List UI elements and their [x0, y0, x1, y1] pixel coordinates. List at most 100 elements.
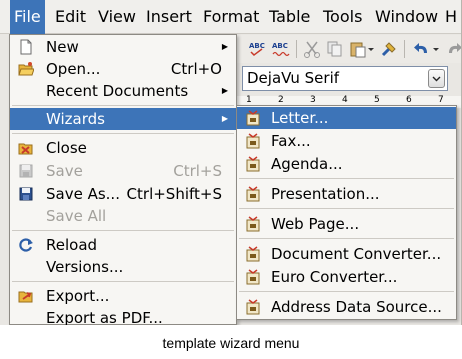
ruler-number: 7: [438, 95, 444, 105]
svg-text:ABC: ABC: [249, 42, 265, 50]
menu-item-new[interactable]: New ▶: [10, 36, 236, 58]
menu-item-label: Recent Documents: [46, 82, 189, 100]
ruler-number: 4: [342, 95, 348, 105]
menu-item-shortcut: Ctrl+S: [173, 162, 222, 180]
figure-caption: template wizard menu: [162, 335, 300, 351]
spellcheck-icon[interactable]: ABC: [248, 39, 268, 59]
menu-item-label: Save All: [46, 207, 107, 225]
undo-icon[interactable]: [412, 39, 432, 59]
menu-item-wizards[interactable]: Wizards ▶: [10, 108, 236, 130]
ruler-number: 5: [374, 95, 380, 105]
menu-item-label: Wizards: [46, 110, 105, 128]
menu-separator: [239, 238, 454, 239]
ruler-number: 2: [278, 95, 284, 105]
menu-item-label: Versions...: [46, 258, 124, 276]
autospellcheck-icon[interactable]: ABC: [271, 39, 291, 59]
paste-dropdown-icon[interactable]: [366, 39, 376, 59]
menu-item-save[interactable]: Save Ctrl+S: [10, 160, 236, 182]
wizard-item-label: Fax...: [271, 132, 311, 150]
menu-edit[interactable]: Edit: [51, 0, 90, 34]
menu-file[interactable]: File: [10, 0, 45, 34]
close-document-icon: [18, 140, 34, 156]
wizard-icon: [245, 246, 261, 262]
menu-insert[interactable]: Insert: [142, 0, 196, 34]
svg-text:ABC: ABC: [272, 42, 288, 50]
menu-item-label: Save As...: [46, 185, 120, 203]
submenu-arrow-icon: ▶: [221, 42, 228, 51]
menu-separator: [239, 291, 454, 292]
ruler-number: 1: [246, 95, 252, 105]
menu-view[interactable]: View: [94, 0, 140, 34]
menu-item-label: Export as PDF...: [46, 309, 163, 325]
open-folder-icon: [18, 61, 35, 77]
standard-toolbar: ABC ABC: [236, 35, 461, 63]
menu-item-label: Open...: [46, 60, 101, 78]
new-document-icon: [18, 39, 34, 55]
menu-item-close[interactable]: Close: [10, 137, 236, 159]
reload-icon: [18, 237, 34, 253]
menu-item-recent-documents[interactable]: Recent Documents ▶: [10, 80, 236, 102]
wizard-item-label: Presentation...: [271, 185, 380, 203]
ruler-number: 6: [406, 95, 412, 105]
menubar: File Edit View Insert Format Table Tools…: [0, 0, 461, 34]
wizard-icon: [245, 186, 261, 202]
wizard-item-label: Address Data Source...: [271, 298, 442, 316]
menu-item-label: Reload: [46, 236, 98, 254]
wizard-item-presentation[interactable]: Presentation...: [237, 183, 456, 205]
save-icon: [18, 163, 34, 179]
ruler-number: 3: [310, 95, 316, 105]
menu-item-label: Export...: [46, 287, 110, 305]
menu-item-versions[interactable]: Versions...: [10, 256, 236, 278]
wizard-item-label: Letter...: [271, 109, 329, 127]
menu-item-shortcut: Ctrl+O: [170, 60, 222, 78]
wizard-icon: [245, 156, 261, 172]
undo-dropdown-icon[interactable]: [431, 39, 441, 59]
screenshot-frame: File Edit View Insert Format Table Tools…: [0, 0, 462, 325]
menu-separator: [12, 105, 234, 106]
copy-icon[interactable]: [325, 39, 345, 59]
wizard-item-euro-converter[interactable]: Euro Converter...: [237, 266, 456, 288]
menu-window[interactable]: Window: [371, 0, 442, 34]
wizard-item-fax[interactable]: Fax...: [237, 130, 456, 152]
menu-separator: [12, 281, 234, 282]
wizard-item-address-data-source[interactable]: Address Data Source...: [237, 296, 456, 318]
wizards-submenu: Letter... Fax... Agenda... Presentation.…: [236, 105, 457, 320]
menu-help[interactable]: H: [441, 0, 461, 34]
submenu-arrow-icon: ▶: [221, 114, 228, 123]
wizard-item-agenda[interactable]: Agenda...: [237, 153, 456, 175]
export-icon: [18, 288, 34, 304]
paste-icon[interactable]: [348, 39, 368, 59]
menu-item-open[interactable]: Open... Ctrl+O: [10, 58, 236, 80]
menu-item-export[interactable]: Export...: [10, 285, 236, 307]
file-menu: New ▶ Open... Ctrl+O Recent Documents ▶ …: [9, 34, 237, 325]
wizard-item-label: Euro Converter...: [271, 268, 398, 286]
menu-format[interactable]: Format: [199, 0, 263, 34]
wizard-icon: [245, 269, 261, 285]
menu-item-save-all[interactable]: Save All: [10, 205, 236, 227]
menu-separator: [12, 230, 234, 231]
wizard-item-label: Web Page...: [271, 215, 360, 233]
clone-formatting-icon[interactable]: [379, 39, 399, 59]
menu-item-label: New: [46, 38, 79, 56]
menu-item-reload[interactable]: Reload: [10, 234, 236, 256]
cut-icon[interactable]: [302, 39, 322, 59]
font-name-value: DejaVu Serif: [247, 69, 340, 87]
menu-item-export-pdf[interactable]: Export as PDF...: [10, 307, 236, 325]
submenu-arrow-icon: ▶: [221, 86, 228, 95]
menu-table[interactable]: Table: [265, 0, 314, 34]
wizard-item-document-converter[interactable]: Document Converter...: [237, 243, 456, 265]
redo-icon[interactable]: [444, 39, 461, 59]
menu-item-shortcut: Ctrl+Shift+S: [126, 185, 222, 203]
menu-separator: [239, 178, 454, 179]
font-name-dropdown-button[interactable]: [428, 69, 445, 88]
wizard-icon: [245, 133, 261, 149]
menu-item-label: Save: [46, 162, 83, 180]
font-name-combobox[interactable]: DejaVu Serif: [242, 66, 448, 91]
wizard-item-web-page[interactable]: Web Page...: [237, 213, 456, 235]
menu-item-label: Close: [46, 139, 87, 157]
wizard-item-letter[interactable]: Letter...: [237, 107, 456, 129]
wizard-icon: [245, 110, 261, 126]
menu-tools[interactable]: Tools: [319, 0, 366, 34]
menu-item-save-as[interactable]: Save As... Ctrl+Shift+S: [10, 183, 236, 205]
menu-separator: [239, 208, 454, 209]
